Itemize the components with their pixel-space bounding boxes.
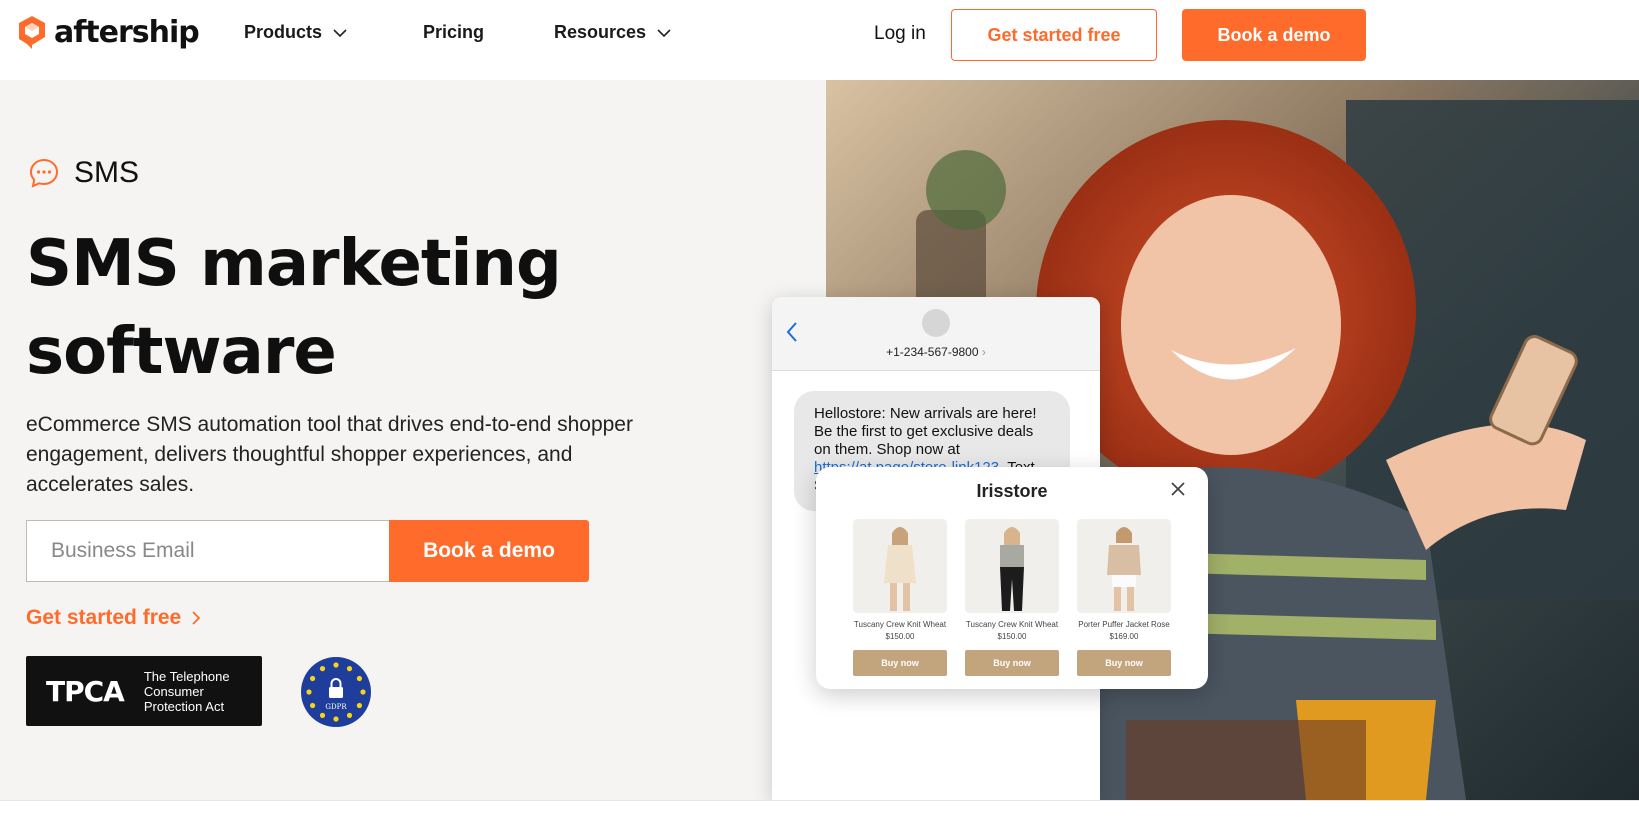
product-item: Tuscany Crew Knit Wheat $150.00 Buy now [853, 519, 947, 676]
product-model-image [884, 527, 916, 611]
page-title-line1: SMS marketing [26, 227, 562, 301]
hero-book-demo-button[interactable]: Book a demo [389, 520, 589, 582]
close-icon[interactable] [1170, 481, 1186, 497]
buy-now-button[interactable]: Buy now [965, 650, 1059, 676]
product-model-image [1000, 527, 1024, 611]
buy-now-button[interactable]: Buy now [853, 650, 947, 676]
get-started-button[interactable]: Get started free [951, 9, 1157, 61]
store-card-title: Irisstore [976, 481, 1048, 501]
product-name: Porter Puffer Jacket Rose [1078, 620, 1170, 629]
hero-section: SMS SMS marketing software eCommerce SMS… [0, 80, 1639, 800]
phone-number: +1-234-567-9800 › [772, 345, 1100, 359]
product-name: Tuscany Crew Knit Wheat [853, 620, 947, 629]
business-email-input[interactable] [26, 520, 390, 582]
product-item: Tuscany Crew Knit Wheat $150.00 Buy now [965, 519, 1059, 676]
sms-message-text: Hellostore: New arrivals are here! Be th… [814, 405, 1037, 458]
product-tag-label: SMS [74, 156, 140, 189]
product-image[interactable] [965, 519, 1059, 613]
chevron-right-icon: › [981, 345, 986, 359]
product-image[interactable] [1077, 519, 1171, 613]
nav-resources[interactable]: Resources [554, 22, 672, 43]
product-price: $150.00 [997, 632, 1027, 641]
nav-resources-label: Resources [554, 22, 647, 42]
book-demo-button[interactable]: Book a demo [1182, 9, 1366, 61]
logo-text: aftership [54, 14, 200, 50]
phone-header: +1-234-567-9800 › [772, 297, 1100, 371]
chevron-down-icon [657, 28, 671, 37]
product-name: Tuscany Crew Knit Wheat [965, 620, 1059, 629]
hero-subtitle: eCommerce SMS automation tool that drive… [26, 413, 633, 496]
chevron-down-icon [333, 28, 347, 37]
gdpr-badge: GDPR [301, 657, 371, 727]
nav-products[interactable]: Products [244, 22, 348, 43]
nav-pricing-label: Pricing [423, 22, 485, 42]
page-title: SMS marketing software [26, 220, 726, 396]
page-bottom-divider [0, 800, 1639, 823]
chevron-left-icon[interactable] [786, 321, 798, 343]
get-started-link[interactable]: Get started free [26, 606, 201, 630]
aftership-logo[interactable]: aftership [16, 14, 200, 50]
product-price: $169.00 [1109, 632, 1139, 641]
page-title-line2: software [26, 315, 337, 389]
phone-number-text: +1-234-567-9800 [886, 345, 979, 359]
product-model-image [1107, 527, 1141, 611]
gdpr-label: GDPR [325, 703, 347, 711]
product-item: Porter Puffer Jacket Rose $169.00 Buy no… [1077, 519, 1171, 676]
get-started-link-label: Get started free [26, 606, 182, 629]
product-tag: SMS [28, 156, 139, 190]
store-product-card: Irisstore Tuscany Crew Knit Wheat $150.0… [816, 467, 1208, 689]
avatar [922, 309, 950, 337]
login-link[interactable]: Log in [874, 23, 926, 45]
top-nav: aftership Products Pricing Resources Log… [0, 0, 1639, 80]
chevron-right-icon [192, 611, 201, 625]
buy-now-button[interactable]: Buy now [1077, 650, 1171, 676]
tpca-badge: TPCA The Telephone Consumer Protection A… [26, 656, 262, 726]
product-image[interactable] [853, 519, 947, 613]
aftership-logo-icon [19, 16, 45, 49]
tpca-abbr: TPCA [46, 674, 125, 708]
chat-bubble-icon [29, 158, 59, 188]
product-price: $150.00 [885, 632, 915, 641]
nav-pricing[interactable]: Pricing [423, 22, 484, 43]
nav-products-label: Products [244, 22, 323, 42]
tpca-full: The Telephone Consumer Protection Act [143, 668, 230, 714]
